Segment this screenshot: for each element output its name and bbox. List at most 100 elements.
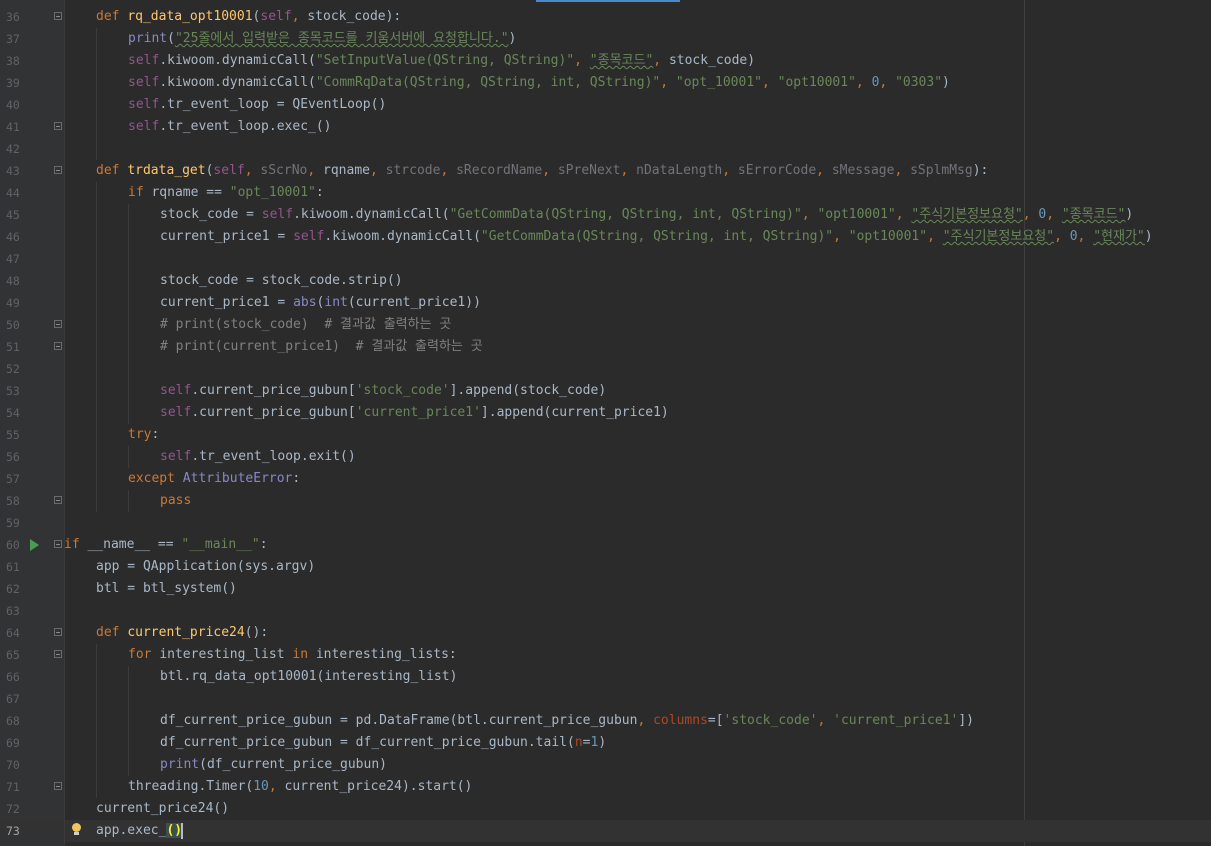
code-line[interactable]: 62 btl = btl_system() (0, 578, 1211, 600)
code-token: , (440, 163, 457, 178)
code-line[interactable]: 55 try: (0, 424, 1211, 446)
code-token: app.exec_ (96, 823, 167, 838)
code-line[interactable]: 38 self.kiwoom.dynamicCall("SetInputValue… (0, 50, 1211, 72)
code-line[interactable]: 43 def trdata_get(self, sScrNo, rqname, s… (0, 160, 1211, 182)
code-token: self (160, 383, 192, 398)
code-line[interactable]: 39 self.kiwoom.dynamicCall("CommRqData(QS… (0, 72, 1211, 94)
code-token: self (260, 9, 292, 24)
line-number: 48 (6, 274, 20, 288)
line-number: 62 (6, 582, 20, 596)
code-token: "현재가" (1093, 229, 1145, 244)
fold-toggle-icon[interactable] (54, 342, 62, 350)
code-token: rq_data_opt10001 (127, 9, 253, 24)
code-line[interactable]: 66 btl.rq_data_opt10001(interesting_list) (0, 666, 1211, 688)
code-line[interactable]: 70 print(df_current_price_gubun) (0, 754, 1211, 776)
fold-toggle-icon[interactable] (54, 540, 62, 548)
code-token: "CommRqData(QString, QString, int, QStri… (315, 75, 661, 90)
code-line[interactable]: 65 for interesting_list in interesting_li… (0, 644, 1211, 666)
fold-toggle-icon[interactable] (54, 496, 62, 504)
code-token: abs (293, 295, 317, 310)
fold-toggle-icon[interactable] (54, 650, 62, 658)
code-token: (current_price1)) (347, 295, 481, 310)
fold-toggle-icon[interactable] (54, 782, 62, 790)
code-text: self.current_price_gubun['stock_code'].a… (160, 380, 606, 402)
code-token: ) (508, 31, 517, 46)
code-line[interactable]: 54 self.current_price_gubun['current_pric… (0, 402, 1211, 424)
code-line[interactable]: 42 (0, 138, 1211, 160)
code-token: "0303" (895, 75, 943, 90)
line-number: 66 (6, 670, 20, 684)
code-token: , (268, 779, 285, 794)
code-line[interactable]: 60 if __name__ == "__main__": (0, 534, 1211, 556)
line-number: 40 (6, 98, 20, 112)
code-token: : (259, 537, 268, 552)
code-line[interactable]: 64 def current_price24(): (0, 622, 1211, 644)
indent-guide (96, 644, 97, 666)
code-line[interactable]: 46 current_price1 = self.kiwoom.dynamicCa… (0, 226, 1211, 248)
code-line[interactable]: 59 (0, 512, 1211, 534)
code-line[interactable]: 52 (0, 358, 1211, 380)
code-line[interactable]: 44 if rqname == "opt_10001": (0, 182, 1211, 204)
code-line[interactable]: 63 (0, 600, 1211, 622)
code-line[interactable]: 67 (0, 688, 1211, 710)
code-line[interactable]: 53 self.current_price_gubun['stock_code']… (0, 380, 1211, 402)
code-token: sPreNext (557, 163, 621, 178)
lightbulb-icon[interactable] (72, 823, 81, 835)
line-number: 54 (6, 406, 20, 420)
code-token: in (292, 647, 316, 662)
indent-guide (96, 226, 97, 248)
indent-guide (96, 138, 97, 160)
code-text: btl = btl_system() (96, 578, 237, 600)
run-icon[interactable] (30, 539, 39, 551)
code-line[interactable]: 50 # print(stock_code) # 결과값 출력하는 곳 (0, 314, 1211, 336)
code-line[interactable]: 36 def rq_data_opt10001(self, stock_code)… (0, 6, 1211, 28)
code-token: .current_price_gubun[ (191, 405, 356, 420)
code-token: stock_code): (307, 9, 402, 24)
code-line[interactable]: 41 self.tr_event_loop.exec_() (0, 116, 1211, 138)
code-line[interactable]: 72 current_price24() (0, 798, 1211, 820)
indent-guide (64, 556, 65, 578)
code-line[interactable]: 37 print("25줄에서 입력받은 종목코드를 키움서버에 요청합니다.") (0, 28, 1211, 50)
code-line[interactable]: 40 self.tr_event_loop = QEventLoop() (0, 94, 1211, 116)
code-line[interactable]: 69 df_current_price_gubun = df_current_pr… (0, 732, 1211, 754)
code-token: app = QApplication(sys.argv) (96, 559, 316, 574)
code-token: , (1022, 207, 1039, 222)
code-text: pass (160, 490, 191, 512)
code-token: "__main__" (181, 537, 260, 552)
code-line[interactable]: 57 except AttributeError: (0, 468, 1211, 490)
code-line[interactable]: 47 (0, 248, 1211, 270)
code-token: "opt10001" (817, 207, 896, 222)
indent-guide (64, 622, 65, 644)
code-line[interactable]: 49 current_price1 = abs(int(current_price… (0, 292, 1211, 314)
code-line[interactable]: 45 stock_code = self.kiwoom.dynamicCall("… (0, 204, 1211, 226)
code-text: stock_code = self.kiwoom.dynamicCall("Ge… (160, 204, 1133, 226)
code-line[interactable]: 73 app.exec_() (0, 820, 1211, 842)
code-token: 10 (253, 779, 269, 794)
fold-toggle-icon[interactable] (54, 628, 62, 636)
code-line[interactable]: 48 stock_code = stock_code.strip() (0, 270, 1211, 292)
code-token: , (542, 163, 558, 178)
code-text: self.kiwoom.dynamicCall("SetInputValue(Q… (128, 50, 755, 72)
code-editor[interactable]: 36 def rq_data_opt10001(self, stock_code)… (0, 0, 1211, 846)
indent-guide (128, 754, 129, 776)
code-token: def (96, 163, 128, 178)
indent-guide (128, 490, 129, 512)
code-line[interactable]: 71 threading.Timer(10, current_price24).s… (0, 776, 1211, 798)
code-line[interactable]: 58 pass (0, 490, 1211, 512)
code-token: current_price24() (96, 801, 230, 816)
fold-toggle-icon[interactable] (54, 166, 62, 174)
code-line[interactable]: 68 df_current_price_gubun = pd.DataFrame(… (0, 710, 1211, 732)
fold-toggle-icon[interactable] (54, 122, 62, 130)
code-line[interactable]: 56 self.tr_event_loop.exit() (0, 446, 1211, 468)
code-token: btl = btl_system() (96, 581, 237, 596)
code-line[interactable]: 61 app = QApplication(sys.argv) (0, 556, 1211, 578)
code-line[interactable]: 51 # print(current_price1) # 결과값 출력하는 곳 (0, 336, 1211, 358)
code-text: def rq_data_opt10001(self, stock_code): (96, 6, 401, 28)
line-number: 70 (6, 758, 20, 772)
code-token: self (128, 53, 160, 68)
line-number: 61 (6, 560, 20, 574)
code-token: .kiwoom.dynamicCall( (293, 207, 450, 222)
fold-toggle-icon[interactable] (54, 320, 62, 328)
fold-toggle-icon[interactable] (54, 12, 62, 20)
code-token: , (244, 163, 261, 178)
